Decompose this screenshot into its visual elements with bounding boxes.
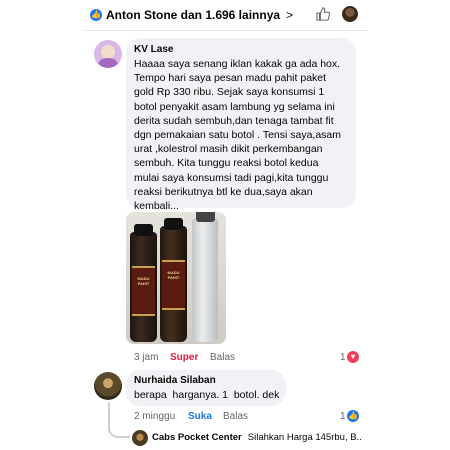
comment-bubble: KV Lase Haaaa saya senang iklan kakak ga…	[126, 38, 356, 212]
like-reaction-icon: 👍	[90, 9, 102, 21]
comment-text: Haaaa saya senang iklan kakak ga ada hox…	[134, 58, 342, 213]
reaction-count[interactable]: 1	[340, 411, 346, 422]
bottle-label-text: MADU PAHIT	[167, 270, 180, 280]
reply-button[interactable]: Balas	[210, 352, 235, 363]
avatar[interactable]	[94, 40, 122, 68]
reply-button[interactable]: Balas	[223, 411, 248, 422]
comment-author[interactable]: KV Lase	[134, 44, 173, 55]
comment-time[interactable]: 2 minggu	[134, 411, 175, 422]
comment-time[interactable]: 3 jam	[134, 352, 158, 363]
like-button[interactable]: Suka	[188, 411, 212, 422]
reactions-summary[interactable]: 👍 Anton Stone dan 1.696 lainnya >	[90, 8, 293, 22]
reaction-count[interactable]: 1	[340, 352, 346, 363]
reactions-summary-text[interactable]: Anton Stone dan 1.696 lainnya	[106, 8, 280, 22]
reply-author[interactable]: Cabs Pocket Center	[152, 432, 242, 443]
bottle-image	[192, 212, 218, 342]
reply-text: Silahkan Harga 145rbu, B...	[247, 432, 362, 443]
comment-text: berapa harganya. 1 botol. dek	[134, 389, 280, 401]
bottle-image: MADU PAHIT	[130, 224, 157, 342]
thumbs-up-icon[interactable]	[316, 7, 330, 21]
avatar[interactable]	[94, 372, 122, 400]
comments-panel: 👍 Anton Stone dan 1.696 lainnya > KV Las…	[84, 0, 368, 450]
bottle-label-text: MADU PAHIT	[137, 276, 150, 286]
bottle-image: MADU PAHIT	[160, 218, 187, 342]
reactions-bar[interactable]: 👍 Anton Stone dan 1.696 lainnya >	[84, 0, 368, 30]
user-avatar[interactable]	[342, 6, 358, 22]
avatar[interactable]	[132, 430, 148, 446]
reply-preview[interactable]: Cabs Pocket Center Silahkan Harga 145rbu,…	[152, 432, 362, 443]
comment-bubble: Nurhaida Silaban berapa harganya. 1 boto…	[126, 370, 286, 406]
comment-photo[interactable]: MADU PAHIT MADU PAHIT	[126, 212, 226, 344]
thread-connector	[108, 402, 130, 438]
chevron-right-icon[interactable]: >	[286, 8, 293, 22]
comment-author[interactable]: Nurhaida Silaban	[134, 375, 216, 386]
heart-icon[interactable]: ♥	[347, 351, 359, 363]
reaction-button[interactable]: Super	[170, 352, 198, 363]
divider	[84, 30, 368, 31]
like-icon[interactable]: 👍	[347, 410, 359, 422]
